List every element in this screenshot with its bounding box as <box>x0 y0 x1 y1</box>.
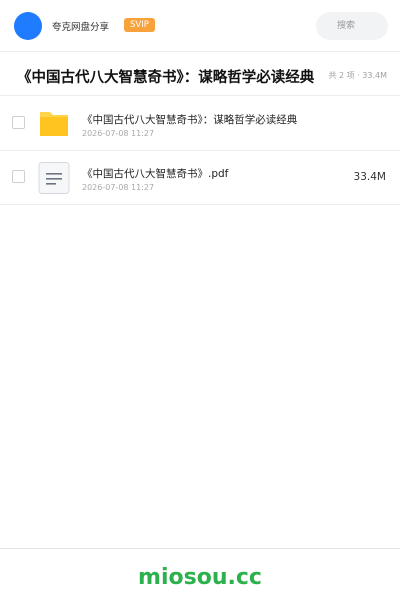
row-checkbox[interactable] <box>12 170 25 183</box>
folder-title: 《中国古代八大智慧奇书》：谋略哲学必读经典 <box>17 70 315 86</box>
file-row[interactable]: 《中国古代八大智慧奇书》.pdf 2026-07-08 11:27 33.4M <box>0 151 400 205</box>
share-page: 夸克网盘分享 SVIP 《中国古代八大智慧奇书》：谋略哲学必读经典 共 2 项 … <box>0 0 400 600</box>
avatar[interactable] <box>14 12 42 40</box>
row-checkbox[interactable] <box>12 116 25 129</box>
document-icon <box>38 162 70 194</box>
folder-meta: 共 2 项 · 33.4M <box>328 71 387 80</box>
folder-icon <box>40 112 68 136</box>
header: 夸克网盘分享 SVIP <box>0 0 400 52</box>
footer: miosou.cc <box>0 548 400 600</box>
file-date: 2026-07-08 11:27 <box>82 129 155 138</box>
file-name[interactable]: 《中国古代八大智慧奇书》：谋略哲学必读经典 <box>82 112 297 127</box>
file-name[interactable]: 《中国古代八大智慧奇书》.pdf <box>82 166 228 181</box>
file-row[interactable]: 《中国古代八大智慧奇书》：谋略哲学必读经典 2026-07-08 11:27 <box>0 97 400 151</box>
file-size: 33.4M <box>353 171 386 183</box>
folder-title-bar: 《中国古代八大智慧奇书》：谋略哲学必读经典 共 2 项 · 33.4M <box>0 52 400 96</box>
brand-name: 夸克网盘分享 <box>52 22 110 33</box>
svip-badge: SVIP <box>124 18 155 32</box>
search-input[interactable] <box>316 12 388 40</box>
watermark-text: miosou.cc <box>138 565 262 590</box>
file-date: 2026-07-08 11:27 <box>82 183 155 192</box>
